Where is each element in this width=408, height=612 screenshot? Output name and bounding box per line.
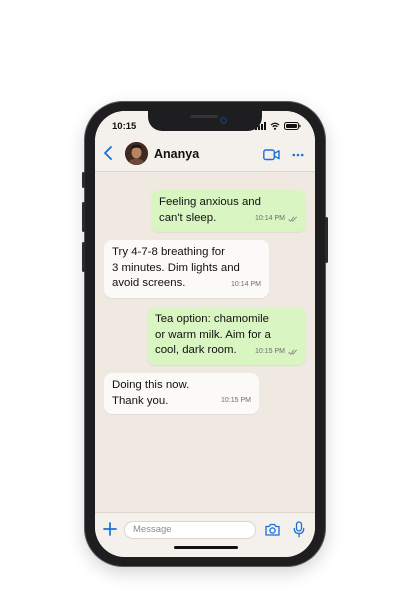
wifi-icon	[270, 122, 280, 130]
message-time: 10:15 PM	[221, 397, 251, 405]
speaker-grille	[190, 115, 218, 118]
message-text: Feeling anxious and can't sleep.	[159, 196, 261, 224]
message-text: Tea option: chamomile or warm milk. Aim …	[155, 313, 271, 357]
battery-icon	[284, 122, 301, 130]
home-indicator[interactable]	[174, 546, 238, 549]
message-meta: 10:15 PM	[221, 393, 251, 409]
back-chevron-icon[interactable]	[103, 146, 113, 160]
message-list[interactable]: Feeling anxious and can't sleep. 10:14 P…	[95, 172, 315, 512]
message-meta: 10:14 PM	[255, 211, 298, 227]
message-bubble-outgoing[interactable]: Tea option: chamomile or warm milk. Aim …	[147, 307, 306, 365]
phone-frame: 10:15 Ananya Feeling anxious and can't s…	[82, 102, 328, 566]
read-receipt-icon	[288, 216, 298, 223]
message-time: 10:14 PM	[231, 281, 261, 289]
mute-switch	[82, 172, 85, 188]
message-meta: 10:14 PM	[231, 277, 261, 293]
message-time: 10:14 PM	[255, 215, 285, 223]
status-time: 10:15	[112, 121, 137, 132]
phone-screen: 10:15 Ananya Feeling anxious and can't s…	[95, 111, 315, 557]
message-input[interactable]: Message	[124, 521, 256, 539]
camera-icon[interactable]	[265, 523, 280, 536]
message-bubble-incoming[interactable]: Try 4-7-8 breathing for 3 minutes. Dim l…	[104, 240, 269, 298]
read-receipt-icon	[288, 349, 298, 356]
avatar-portrait-icon	[125, 142, 148, 165]
message-time: 10:15 PM	[255, 348, 285, 356]
front-camera	[220, 117, 227, 124]
message-composer: Message	[95, 512, 315, 557]
volume-down-button	[82, 242, 85, 272]
side-button	[325, 217, 328, 263]
message-text: Doing this now. Thank you.	[112, 379, 190, 407]
status-icons	[255, 122, 301, 130]
message-bubble-outgoing[interactable]: Feeling anxious and can't sleep. 10:14 P…	[151, 190, 306, 232]
notch	[148, 111, 262, 131]
contact-name[interactable]: Ananya	[154, 147, 199, 161]
plus-icon[interactable]	[103, 522, 117, 536]
message-text: Try 4-7-8 breathing for 3 minutes. Dim l…	[112, 246, 240, 290]
video-call-icon[interactable]	[263, 149, 280, 161]
microphone-icon[interactable]	[293, 521, 305, 538]
message-meta: 10:15 PM	[255, 344, 298, 360]
chat-header: Ananya	[95, 137, 315, 172]
more-options-icon[interactable]	[292, 153, 304, 157]
message-bubble-incoming[interactable]: Doing this now. Thank you. 10:15 PM	[104, 373, 259, 414]
contact-avatar[interactable]	[125, 142, 148, 165]
volume-up-button	[82, 202, 85, 232]
